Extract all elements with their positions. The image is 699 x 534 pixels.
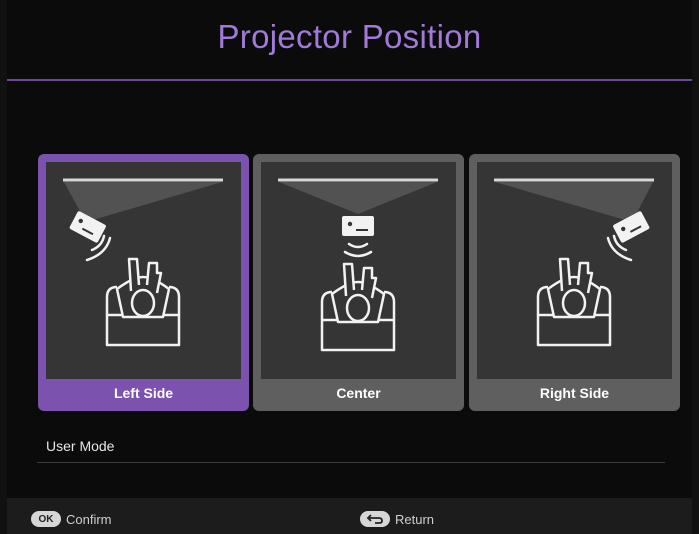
option-center[interactable]: Center: [253, 154, 464, 411]
center-illustration: [261, 162, 456, 379]
viewer-icon: [536, 257, 612, 347]
user-mode-row[interactable]: User Mode: [37, 430, 665, 464]
option-left-side[interactable]: Left Side: [38, 154, 249, 411]
user-mode-divider: [37, 462, 665, 463]
return-label: Return: [395, 511, 435, 527]
option-label: Center: [336, 385, 381, 401]
viewer-icon: [320, 262, 396, 352]
user-mode-label: User Mode: [46, 438, 115, 454]
ok-key-icon: OK: [31, 511, 61, 527]
title-divider: [7, 79, 692, 81]
viewer-icon: [105, 257, 181, 347]
footer-hints: OK Confirm Return: [7, 498, 692, 534]
projector-icon: [342, 216, 374, 236]
title-bar: Projector Position: [7, 0, 692, 81]
confirm-label: Confirm: [66, 511, 112, 527]
projector-position-screen: Projector Position Left Side Center Righ…: [7, 0, 692, 534]
confirm-hint[interactable]: OK Confirm: [31, 511, 112, 527]
option-label: Left Side: [113, 385, 174, 401]
signal-icon: [343, 242, 373, 258]
left-side-illustration: [46, 162, 241, 379]
option-label: Right Side: [539, 385, 610, 401]
return-hint[interactable]: Return: [360, 511, 434, 527]
right-side-illustration: [477, 162, 672, 379]
option-right-side[interactable]: Right Side: [469, 154, 680, 411]
return-icon: [360, 511, 390, 527]
page-title: Projector Position: [217, 18, 482, 55]
